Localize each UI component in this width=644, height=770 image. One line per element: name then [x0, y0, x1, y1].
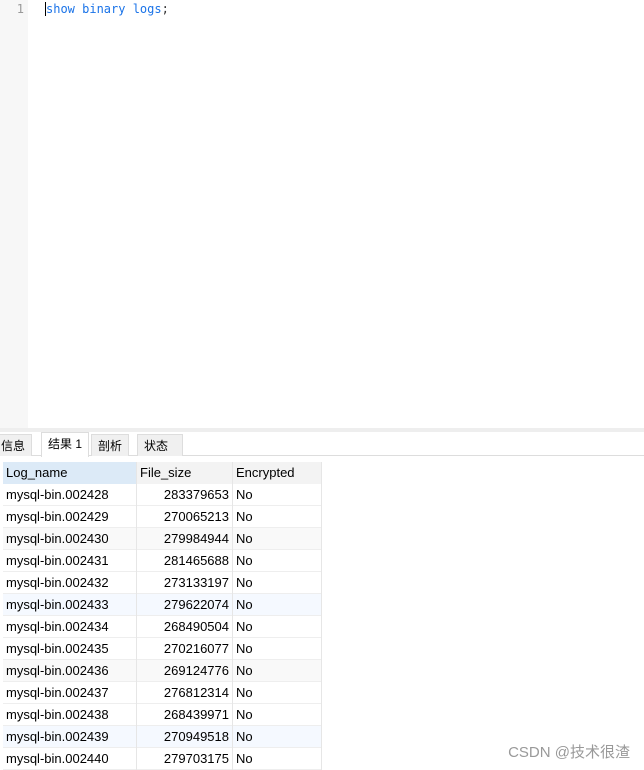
column-header-encrypted[interactable]: Encrypted — [233, 462, 322, 484]
file-size-cell[interactable]: 269124776 — [137, 660, 233, 682]
file-size-cell[interactable]: 283379653 — [137, 484, 233, 506]
file-size-cell[interactable]: 270949518 — [137, 726, 233, 748]
encrypted-cell[interactable]: No — [233, 550, 322, 572]
log-name-cell[interactable]: mysql-bin.002438 — [3, 704, 137, 726]
file-size-cell[interactable]: 268439971 — [137, 704, 233, 726]
table-row[interactable]: mysql-bin.002439 270949518 No — [3, 726, 322, 748]
encrypted-cell[interactable]: No — [233, 616, 322, 638]
table-row[interactable]: mysql-bin.002435 270216077 No — [3, 638, 322, 660]
table-row[interactable]: mysql-bin.002437 276812314 No — [3, 682, 322, 704]
encrypted-cell[interactable]: No — [233, 638, 322, 660]
encrypted-cell[interactable]: No — [233, 748, 322, 770]
file-size-cell[interactable]: 279984944 — [137, 528, 233, 550]
log-name-cell[interactable]: mysql-bin.002428 — [3, 484, 137, 506]
encrypted-cell[interactable]: No — [233, 528, 322, 550]
watermark: CSDN @技术很渣 — [508, 744, 630, 761]
table-header: Log_name File_size Encrypted — [3, 462, 322, 484]
log-name-cell[interactable]: mysql-bin.002432 — [3, 572, 137, 594]
log-name-cell[interactable]: mysql-bin.002437 — [3, 682, 137, 704]
file-size-cell[interactable]: 281465688 — [137, 550, 233, 572]
file-size-cell[interactable]: 268490504 — [137, 616, 233, 638]
file-size-cell[interactable]: 279703175 — [137, 748, 233, 770]
table-row[interactable]: mysql-bin.002428 283379653 No — [3, 484, 322, 506]
encrypted-cell[interactable]: No — [233, 594, 322, 616]
encrypted-cell[interactable]: No — [233, 484, 322, 506]
file-size-cell[interactable]: 270065213 — [137, 506, 233, 528]
log-name-cell[interactable]: mysql-bin.002436 — [3, 660, 137, 682]
encrypted-cell[interactable]: No — [233, 726, 322, 748]
file-size-cell[interactable]: 279622074 — [137, 594, 233, 616]
encrypted-cell[interactable]: No — [233, 704, 322, 726]
table-row[interactable]: mysql-bin.002434 268490504 No — [3, 616, 322, 638]
file-size-cell[interactable]: 276812314 — [137, 682, 233, 704]
table-row[interactable]: mysql-bin.002431 281465688 No — [3, 550, 322, 572]
table-row[interactable]: mysql-bin.002433 279622074 No — [3, 594, 322, 616]
log-name-cell[interactable]: mysql-bin.002435 — [3, 638, 137, 660]
column-header-file-size[interactable]: File_size — [137, 462, 233, 484]
table-row[interactable]: mysql-bin.002436 269124776 No — [3, 660, 322, 682]
log-name-cell[interactable]: mysql-bin.002440 — [3, 748, 137, 770]
tab-result-1[interactable]: 结果 1 — [41, 432, 90, 457]
sql-semicolon: ; — [161, 2, 169, 16]
encrypted-cell[interactable]: No — [233, 506, 322, 528]
file-size-cell[interactable]: 270216077 — [137, 638, 233, 660]
table-row[interactable]: mysql-bin.002432 273133197 No — [3, 572, 322, 594]
line-number: 1 — [16, 2, 24, 16]
table-row[interactable]: mysql-bin.002440 279703175 No — [3, 748, 322, 770]
encrypted-cell[interactable]: No — [233, 682, 322, 704]
encrypted-cell[interactable]: No — [233, 572, 322, 594]
sql-code-line[interactable]: show binary logs; — [45, 2, 169, 16]
table-row[interactable]: mysql-bin.002429 270065213 No — [3, 506, 322, 528]
file-size-cell[interactable]: 273133197 — [137, 572, 233, 594]
log-name-cell[interactable]: mysql-bin.002439 — [3, 726, 137, 748]
log-name-cell[interactable]: mysql-bin.002429 — [3, 506, 137, 528]
table-row[interactable]: mysql-bin.002430 279984944 No — [3, 528, 322, 550]
encrypted-cell[interactable]: No — [233, 660, 322, 682]
line-gutter: 1 — [0, 0, 28, 428]
column-header-log-name[interactable]: Log_name — [3, 462, 137, 484]
tab-info[interactable]: 信息 — [0, 434, 33, 456]
log-name-cell[interactable]: mysql-bin.002434 — [3, 616, 137, 638]
log-name-cell[interactable]: mysql-bin.002431 — [3, 550, 137, 572]
sql-keywords: show binary logs — [46, 2, 162, 16]
log-name-cell[interactable]: mysql-bin.002430 — [3, 528, 137, 550]
log-name-cell[interactable]: mysql-bin.002433 — [3, 594, 137, 616]
table-row[interactable]: mysql-bin.002438 268439971 No — [3, 704, 322, 726]
sql-editor[interactable]: 1 show binary logs; — [0, 0, 644, 428]
tab-profile[interactable]: 剖析 — [91, 434, 130, 456]
result-tabs: 信息 结果 1 剖析 状态 — [0, 432, 644, 457]
result-grid: Log_name File_size Encrypted mysql-bin.0… — [3, 462, 322, 770]
tab-status[interactable]: 状态 — [137, 434, 183, 456]
